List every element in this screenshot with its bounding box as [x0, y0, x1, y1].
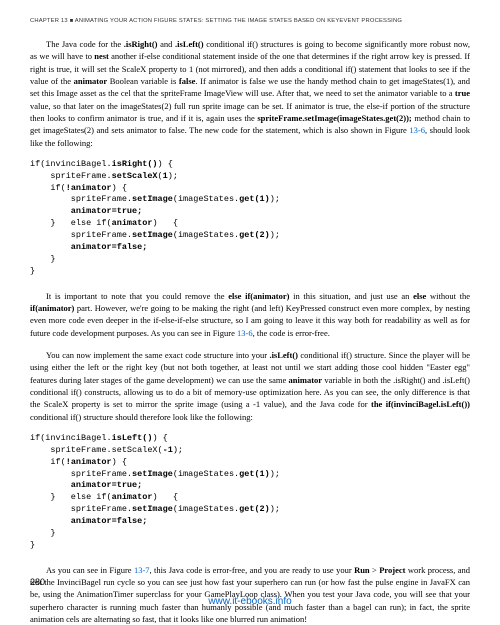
paragraph-4: As you can see in Figure 13-7, this Java…: [30, 564, 470, 625]
page-number: 280: [30, 577, 45, 587]
footer-link[interactable]: www.it-ebooks.info: [0, 596, 500, 607]
chapter-header: CHAPTER 13 ■ ANIMATING YOUR ACTION FIGUR…: [30, 18, 470, 24]
code-block-1: if(invinciBagel.isRight()) { spriteFrame…: [30, 159, 470, 278]
paragraph-2: It is important to note that you could r…: [30, 290, 470, 339]
paragraph-1: The Java code for the .isRight() and .is…: [30, 38, 470, 149]
code-block-2: if(invinciBagel.isLeft()) { spriteFrame.…: [30, 433, 470, 552]
paragraph-3: You can now implement the same exact cod…: [30, 349, 470, 423]
